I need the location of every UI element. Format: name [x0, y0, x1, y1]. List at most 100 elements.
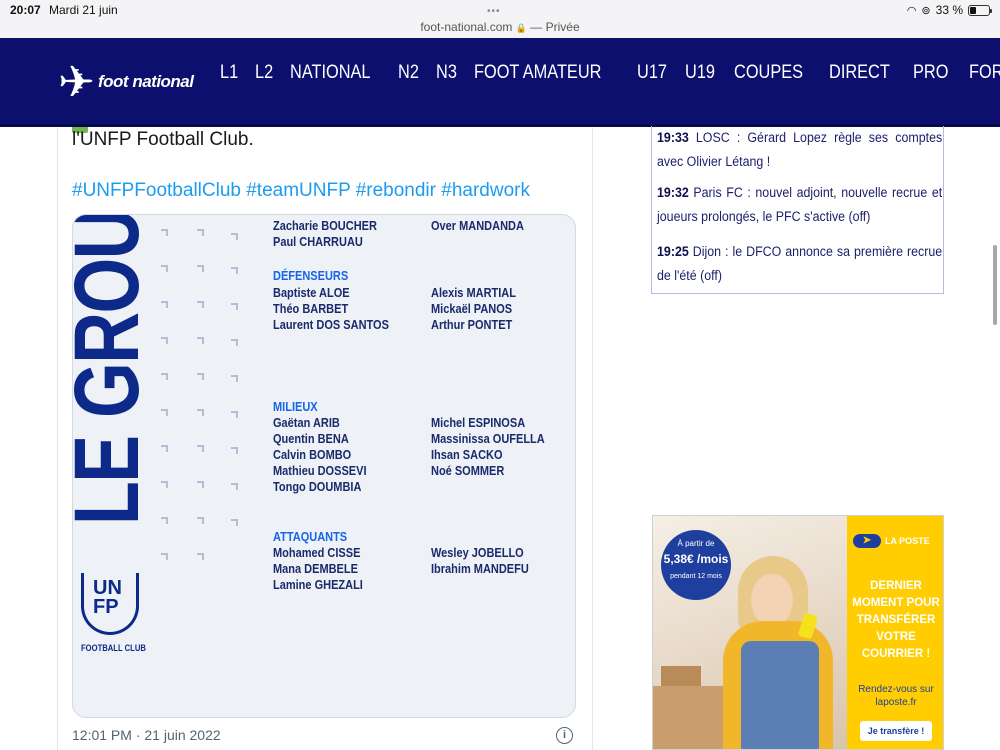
player-name: Massinissa OUFELLA: [431, 432, 545, 446]
player-name: Théo BARBET: [273, 302, 349, 316]
battery-percentage: 33 %: [935, 3, 963, 17]
tick-mark-icon: [161, 481, 168, 488]
player-name: Mana DEMBELE: [273, 562, 358, 576]
tweet-timestamp[interactable]: 12:01 PM · 21 juin 2022: [72, 727, 221, 743]
tab-overview-dots-icon[interactable]: •••: [487, 6, 501, 17]
section-heading-midfielders: MILIEUX: [273, 400, 318, 414]
tick-mark-icon: [231, 519, 238, 526]
tick-mark-icon: [161, 409, 168, 416]
price-badge-line3: pendant 12 mois: [670, 573, 722, 580]
ad-subtext: Rendez-vous sur laposte.fr: [858, 684, 934, 708]
price-badge-price: 5,38€ /mois: [663, 552, 729, 566]
nav-item-n3[interactable]: N3: [430, 62, 463, 84]
tick-mark-icon: [197, 517, 204, 524]
player-name: Noé SOMMER: [431, 464, 505, 478]
tweet-hashtags[interactable]: #UNFPFootballClub #teamUNFP #rebondir #h…: [72, 179, 530, 203]
person-face-shape: [751, 574, 793, 626]
tick-mark-icon: [231, 447, 238, 454]
nav-item-coupes[interactable]: COUPES: [728, 62, 809, 84]
price-badge-line1: À partir de: [677, 539, 715, 548]
tick-mark-icon: [197, 265, 204, 272]
page-scrollbar[interactable]: [993, 245, 997, 325]
status-icons: ◠ ⊚ 33 %: [907, 3, 992, 17]
player-name: Tongo DOUMBIA: [273, 480, 362, 494]
price-badge: À partir de 5,38€ /mois pendant 12 mois: [661, 530, 731, 600]
vertical-title-text: LE GROUPE: [72, 214, 158, 525]
tweet-image-squad-list[interactable]: LE GROUPE UN FP FOOTBALL CLU: [72, 214, 576, 718]
nav-item-u19[interactable]: U19: [679, 62, 721, 84]
cardboard-box-shape: [653, 686, 723, 749]
decorative-ticks: [157, 225, 247, 565]
tick-mark-icon: [161, 337, 168, 344]
tweet-border-left: [57, 128, 58, 750]
news-headline: Paris FC : nouvel adjoint, nouvelle recr…: [657, 185, 943, 224]
tick-mark-icon: [231, 233, 238, 240]
player-name: Alexis MARTIAL: [431, 286, 516, 300]
ad-text-panel: ➤ LA POSTE DERNIER MOMENT POUR TRANSFÉRE…: [847, 516, 943, 749]
nav-item-pro[interactable]: PRO: [907, 62, 954, 84]
tweet-border-right: [592, 128, 593, 750]
la-poste-bird-icon: ➤: [853, 534, 881, 548]
tick-mark-icon: [231, 483, 238, 490]
ad-cta-button[interactable]: Je transfère !: [860, 721, 932, 741]
player-name: Mohamed CISSE: [273, 546, 361, 560]
news-time: 19:25: [657, 244, 689, 259]
nav-item-u17[interactable]: U17: [631, 62, 673, 84]
nav-item-forums[interactable]: FORUMS: [963, 62, 1000, 84]
nav-item-direct[interactable]: DIRECT: [823, 62, 896, 84]
site-navbar: ✈ foot national L1 L2 NATIONAL N2 N3 FOO…: [0, 38, 1000, 127]
battery-icon: [968, 4, 992, 16]
news-headline: LOSC : Gérard Lopez règle ses comptes av…: [657, 130, 943, 169]
nav-item-foot-amateur[interactable]: FOOT AMATEUR: [468, 62, 607, 84]
news-headline: Dijon : le DFCO annonce sa première recr…: [657, 244, 943, 283]
player-name: Arthur PONTET: [431, 318, 513, 332]
tick-mark-icon: [197, 409, 204, 416]
tweet-text: l'UNFP Football Club.: [72, 129, 254, 150]
info-icon[interactable]: i: [556, 727, 573, 744]
player-name: Michel ESPINOSA: [431, 416, 526, 430]
nav-item-l1[interactable]: L1: [214, 62, 244, 84]
news-item[interactable]: 19:32 Paris FC : nouvel adjoint, nouvell…: [657, 181, 942, 229]
tick-mark-icon: [231, 411, 238, 418]
brand-name: LA POSTE: [885, 536, 930, 546]
unfp-logo: UN FP: [81, 573, 141, 643]
news-item[interactable]: 19:25 Dijon : le DFCO annonce sa premièr…: [657, 240, 942, 288]
tick-mark-icon: [161, 301, 168, 308]
player-name: Gaëtan ARIB: [273, 416, 340, 430]
tick-mark-icon: [161, 373, 168, 380]
player-silhouette-icon: ✈: [58, 58, 95, 107]
tick-mark-icon: [161, 445, 168, 452]
nav-item-l2[interactable]: L2: [249, 62, 279, 84]
tick-mark-icon: [161, 229, 168, 236]
tick-mark-icon: [197, 373, 204, 380]
player-name: Laurent DOS SANTOS: [273, 318, 389, 332]
news-item[interactable]: 19:33 LOSC : Gérard Lopez règle ses comp…: [657, 126, 942, 174]
section-heading-forwards: ATTAQUANTS: [273, 530, 348, 544]
status-bar: 20:07 Mardi 21 juin ••• foot-national.co…: [0, 0, 1000, 38]
player-name: Quentin BENA: [273, 432, 349, 446]
tick-mark-icon: [197, 229, 204, 236]
live-news-feed: 19:33 LOSC : Gérard Lopez règle ses comp…: [651, 126, 944, 294]
unfp-logo-text: UN FP: [93, 577, 122, 618]
tick-mark-icon: [231, 267, 238, 274]
player-name: Baptiste ALOE: [273, 286, 350, 300]
player-name: Calvin BOMBO: [273, 448, 352, 462]
advertisement-banner[interactable]: À partir de 5,38€ /mois pendant 12 mois …: [652, 515, 944, 750]
tick-mark-icon: [161, 553, 168, 560]
status-time: 20:07: [10, 3, 41, 17]
nav-item-n2[interactable]: N2: [392, 62, 425, 84]
tick-mark-icon: [231, 375, 238, 382]
nav-item-national[interactable]: NATIONAL: [284, 62, 377, 84]
player-name: Wesley JOBELLO: [431, 546, 524, 560]
site-logo[interactable]: ✈ foot national: [58, 58, 208, 108]
section-heading-defenders: DÉFENSEURS: [273, 269, 349, 283]
player-name: Zacharie BOUCHER: [273, 219, 377, 233]
player-name: Paul CHARRUAU: [273, 235, 363, 249]
player-name: Mathieu DOSSEVI: [273, 464, 367, 478]
vertical-title: LE GROUPE: [72, 214, 158, 525]
player-name: Lamine GHEZALI: [273, 578, 363, 592]
tick-mark-icon: [197, 337, 204, 344]
status-date: Mardi 21 juin: [49, 3, 118, 17]
player-name: Ihsan SACKO: [431, 448, 503, 462]
address-bar[interactable]: foot-national.com 🔒 — Privée: [0, 20, 1000, 34]
